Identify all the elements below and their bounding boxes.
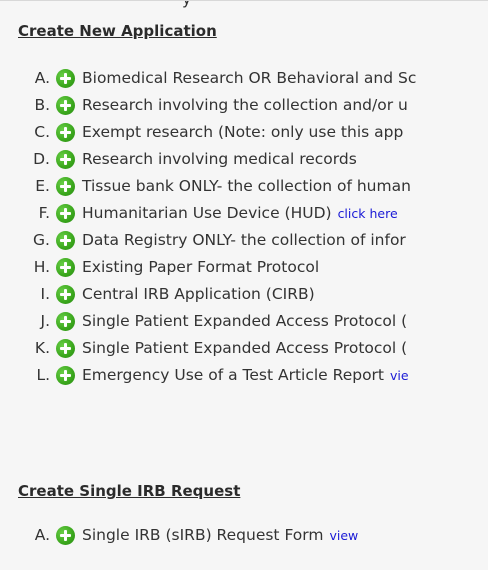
list-item-c[interactable]: C. Exempt research (Note: only use this …: [22, 119, 403, 145]
view-link[interactable]: vie: [390, 368, 409, 383]
item-letter: A.: [34, 526, 50, 544]
create-single-irb-heading: Create Single IRB Request: [18, 482, 241, 500]
list-item-j[interactable]: J. Single Patient Expanded Access Protoc…: [22, 308, 407, 334]
item-letter: L.: [36, 366, 50, 384]
item-letter: B.: [34, 96, 50, 114]
item-label[interactable]: Research involving medical records: [82, 150, 357, 168]
add-plus-icon[interactable]: [56, 230, 75, 250]
list-item-e[interactable]: E. Tissue bank ONLY- the collection of h…: [22, 173, 411, 199]
add-plus-icon[interactable]: [56, 365, 75, 385]
item-label[interactable]: Emergency Use of a Test Article Report: [82, 366, 384, 384]
list-item-l[interactable]: L. Emergency Use of a Test Article Repor…: [22, 362, 409, 388]
item-label[interactable]: Research involving the collection and/or…: [82, 96, 408, 114]
item-letter: F.: [38, 204, 50, 222]
add-plus-icon[interactable]: [56, 122, 75, 142]
add-plus-icon[interactable]: [56, 176, 75, 196]
add-plus-icon[interactable]: [56, 338, 75, 358]
item-label[interactable]: Single Patient Expanded Access Protocol …: [82, 339, 407, 357]
top-cut-text: y: [182, 1, 191, 8]
item-letter: A.: [34, 69, 50, 87]
item-letter: J.: [40, 312, 51, 330]
add-plus-icon[interactable]: [56, 149, 75, 169]
item-label[interactable]: Humanitarian Use Device (HUD): [82, 204, 332, 222]
list-item-b[interactable]: B. Research involving the collection and…: [22, 92, 408, 118]
add-plus-icon[interactable]: [56, 68, 75, 88]
item-letter: C.: [34, 123, 50, 141]
list-item-g[interactable]: G. Data Registry ONLY- the collection of…: [22, 227, 406, 253]
item-label[interactable]: Central IRB Application (CIRB): [82, 285, 315, 303]
item-letter: K.: [34, 339, 50, 357]
item-letter: D.: [33, 150, 50, 168]
item-label[interactable]: Exempt research (Note: only use this app: [82, 123, 403, 141]
item-letter: E.: [35, 177, 50, 195]
list-item-h[interactable]: H. Existing Paper Format Protocol: [22, 254, 319, 280]
list-item-d[interactable]: D. Research involving medical records: [22, 146, 357, 172]
add-plus-icon[interactable]: [56, 257, 75, 277]
add-plus-icon[interactable]: [56, 95, 75, 115]
add-plus-icon[interactable]: [56, 525, 75, 545]
application-panel: y Create New Application A. Biomedical R…: [0, 0, 488, 570]
item-label[interactable]: Existing Paper Format Protocol: [82, 258, 319, 276]
item-label[interactable]: Tissue bank ONLY- the collection of huma…: [82, 177, 411, 195]
item-label[interactable]: Single Patient Expanded Access Protocol …: [82, 312, 407, 330]
item-label[interactable]: Biomedical Research OR Behavioral and Sc: [82, 69, 416, 87]
click-here-link[interactable]: click here: [338, 206, 398, 221]
list-item-k[interactable]: K. Single Patient Expanded Access Protoc…: [22, 335, 407, 361]
item-label[interactable]: Single IRB (sIRB) Request Form: [82, 526, 323, 544]
add-plus-icon[interactable]: [56, 311, 75, 331]
item-label[interactable]: Data Registry ONLY- the collection of in…: [82, 231, 406, 249]
list-item-a[interactable]: A. Biomedical Research OR Behavioral and…: [22, 65, 416, 91]
top-cutoff: y: [0, 1, 488, 9]
add-plus-icon[interactable]: [56, 284, 75, 304]
list-item-sirb[interactable]: A. Single IRB (sIRB) Request Form view: [22, 522, 358, 548]
add-plus-icon[interactable]: [56, 203, 75, 223]
item-letter: I.: [40, 285, 51, 303]
list-item-i[interactable]: I. Central IRB Application (CIRB): [22, 281, 315, 307]
item-letter: G.: [33, 231, 50, 249]
view-link[interactable]: view: [329, 528, 358, 543]
list-item-f[interactable]: F. Humanitarian Use Device (HUD) click h…: [22, 200, 398, 226]
item-letter: H.: [33, 258, 50, 276]
create-new-application-heading: Create New Application: [18, 22, 217, 40]
